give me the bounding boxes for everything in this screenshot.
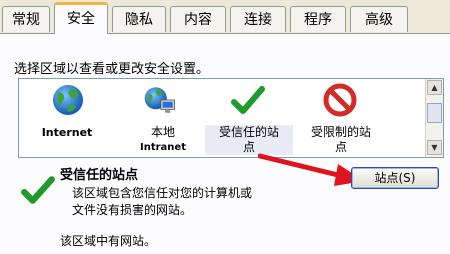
scroll-thumb[interactable] [427, 103, 442, 123]
zone-label-line1: 本地 [150, 125, 175, 139]
selected-zone-title: 受信任的站点 [60, 168, 139, 183]
tab-label: 安全 [67, 11, 95, 27]
tab-label: 连接 [244, 12, 272, 28]
restricted-icon [323, 83, 357, 117]
tab-programs[interactable]: 程序 [290, 6, 346, 32]
zone-label-line2: Intranet [140, 142, 186, 153]
instruction-text: 选择区域以查看或更改安全设置。 [14, 62, 210, 77]
tab-advanced[interactable]: 高级 [350, 6, 408, 32]
zone-list: Internet 本地 Intranet 受信任的站 点 受限制的站 点 ▲ ▼ [18, 78, 444, 158]
selected-zone-description: 该区域包含您信任对您的计算机或 文件没有损害的网站。 [72, 185, 252, 219]
tab-connections[interactable]: 连接 [230, 6, 286, 32]
tab-privacy[interactable]: 隐私 [112, 6, 166, 32]
zone-status-text: 该区域中有网站。 [60, 234, 157, 248]
zone-label: 受限制的站 点 [297, 125, 385, 155]
zone-label: 本地 Intranet [115, 125, 211, 155]
globe-computer-icon [144, 87, 175, 113]
zone-list-scrollbar[interactable]: ▲ ▼ [425, 79, 443, 157]
tab-content[interactable]: 内容 [170, 6, 226, 32]
zone-label: 受信任的站 点 [205, 125, 293, 155]
description-line1: 该区域包含您信任对您的计算机或 [72, 186, 253, 200]
tab-security[interactable]: 安全 [54, 2, 108, 34]
zone-label-line1: 受限制的站 [310, 125, 371, 139]
zone-label: Internet [41, 126, 93, 139]
checkmark-icon [231, 86, 265, 114]
scroll-up-button[interactable]: ▲ [427, 80, 442, 95]
sites-button[interactable]: 站点(S) [351, 167, 439, 189]
description-line2: 文件没有损害的网站。 [72, 203, 193, 217]
tab-label: 内容 [184, 12, 212, 28]
tab-label: 常规 [12, 12, 40, 28]
tab-strip: 常规 安全 隐私 内容 连接 程序 高级 [0, 0, 450, 34]
tab-label: 隐私 [125, 12, 153, 28]
tab-label: 高级 [365, 12, 393, 28]
scroll-down-button[interactable]: ▼ [427, 140, 442, 155]
tab-label: 程序 [304, 12, 332, 28]
checkmark-icon [21, 176, 55, 204]
tab-general[interactable]: 常规 [2, 6, 50, 32]
zone-label-line1: 受信任的站 [218, 125, 279, 139]
globe-icon [53, 85, 83, 115]
